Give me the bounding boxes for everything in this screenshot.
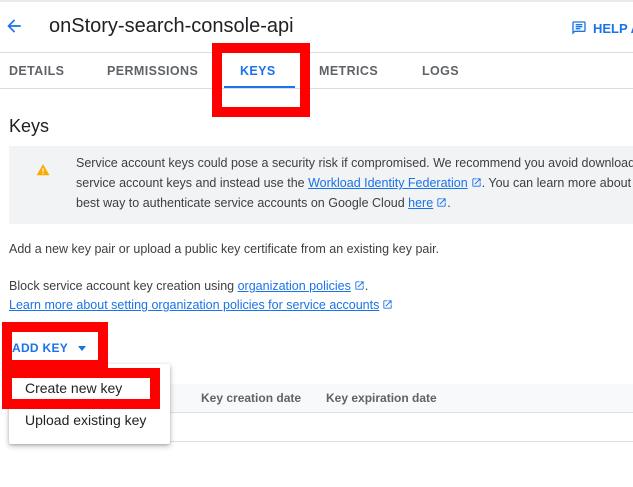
- help-label: HELP A: [593, 20, 633, 36]
- external-link-icon: [472, 178, 481, 187]
- warning-line-3-text: best way to authenticate service account…: [76, 196, 409, 210]
- block-key-creation-text: Block service account key creation using…: [9, 279, 368, 293]
- back-arrow-icon[interactable]: [4, 16, 24, 36]
- warning-line-3-tail: .: [447, 196, 451, 210]
- help-doc-icon: [572, 21, 586, 35]
- column-header-key-creation-date[interactable]: Key creation date: [201, 391, 301, 405]
- organization-policies-link[interactable]: organization policies: [238, 279, 351, 293]
- tab-metrics[interactable]: METRICS: [319, 64, 378, 78]
- warning-line-2: service account keys and instead use the…: [76, 173, 633, 193]
- block-text-suffix: .: [364, 279, 369, 293]
- help-button[interactable]: HELP A: [571, 20, 633, 36]
- tab-permissions[interactable]: PERMISSIONS: [107, 64, 198, 78]
- add-key-highlight: [2, 322, 108, 370]
- warning-line-1: Service account keys could pose a securi…: [76, 156, 633, 170]
- external-link-icon: [437, 198, 446, 207]
- security-warning-banner: Service account keys could pose a securi…: [9, 146, 633, 224]
- create-new-key-highlight: [2, 368, 160, 409]
- block-text-prefix: Block service account key creation using: [9, 279, 238, 293]
- warning-line-2-text: service account keys and instead use the: [76, 176, 309, 190]
- here-link[interactable]: here: [408, 196, 433, 210]
- warning-text: Service account keys could pose a securi…: [76, 153, 633, 213]
- learn-more-org-policies-link[interactable]: Learn more about setting organization po…: [9, 298, 379, 312]
- header-divider: [0, 52, 633, 53]
- external-link-icon: [383, 300, 392, 309]
- keys-tab-highlight: [212, 43, 310, 117]
- tab-logs[interactable]: LOGS: [422, 64, 459, 78]
- section-title: Keys: [9, 116, 50, 136]
- page-title: onStory-search-console-api: [49, 15, 294, 37]
- menu-item-upload-existing-key[interactable]: Upload existing key: [25, 412, 146, 428]
- column-header-key-expiration-date[interactable]: Key expiration date: [326, 391, 437, 405]
- learn-more-line: Learn more about setting organization po…: [9, 298, 393, 312]
- workload-identity-federation-link[interactable]: Workload Identity Federation: [308, 176, 468, 190]
- top-border: [0, 0, 633, 2]
- external-link-icon: [355, 281, 364, 290]
- tabs-divider: [0, 88, 633, 89]
- add-key-description: Add a new key pair or upload a public ke…: [9, 242, 440, 256]
- warning-line-2-tail: . You can learn more about the: [481, 176, 633, 190]
- tab-details[interactable]: DETAILS: [9, 64, 64, 78]
- warning-icon: [36, 164, 50, 176]
- warning-line-3: best way to authenticate service account…: [76, 193, 633, 213]
